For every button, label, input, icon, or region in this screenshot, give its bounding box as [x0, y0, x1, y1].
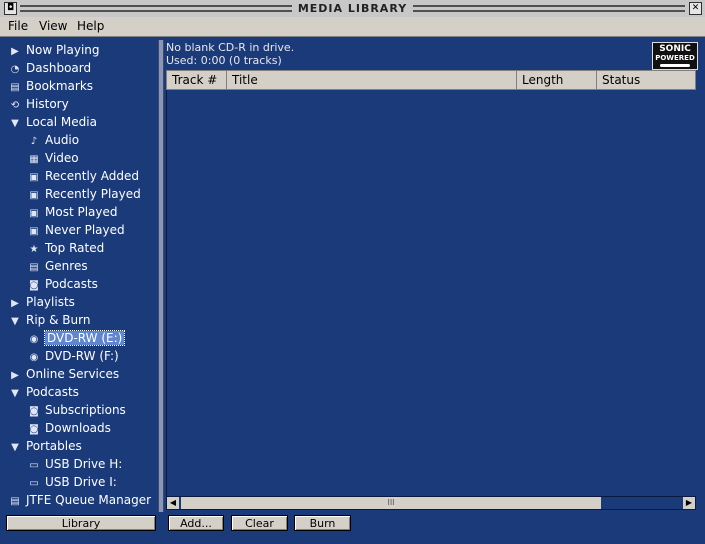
sidebar-item-label: Portables — [26, 439, 82, 453]
sidebar-item-label: Podcasts — [26, 385, 79, 399]
nav-jtfe[interactable]: ▤ JTFE Queue Manager — [8, 491, 151, 509]
nav-most-played[interactable]: ▣ Most Played — [27, 203, 118, 221]
horizontal-scrollbar[interactable]: ◀ III ▶ — [166, 496, 696, 510]
sidebar-item-label: USB Drive H: — [45, 457, 123, 471]
burn-panel: No blank CD-R in drive. Used: 0:00 (0 tr… — [164, 40, 701, 510]
expanded-arrow-icon: ▼ — [11, 316, 19, 327]
nav-top-rated[interactable]: ★ Top Rated — [27, 239, 105, 257]
nav-recently-played[interactable]: ▣ Recently Played — [27, 185, 141, 203]
scroll-left-icon[interactable]: ◀ — [167, 497, 179, 509]
nav-usb-i[interactable]: ▭ USB Drive I: — [27, 473, 117, 491]
title-bar[interactable]: ◘ MEDIA LIBRARY ✕ — [0, 0, 705, 18]
add-button[interactable]: Add... — [168, 515, 224, 531]
column-title[interactable]: Title — [227, 71, 517, 89]
sidebar-item-label: Rip & Burn — [26, 313, 91, 327]
nav-playlists[interactable]: ▶ Playlists — [8, 293, 75, 311]
expanded-arrow-icon: ▼ — [11, 442, 19, 453]
nav-never-played[interactable]: ▣ Never Played — [27, 221, 125, 239]
expanded-arrow-icon: ▼ — [11, 388, 19, 399]
library-button[interactable]: Library — [6, 515, 156, 531]
nav-dashboard[interactable]: ◔ Dashboard — [8, 59, 91, 77]
logo-text-powered: POWERED — [655, 54, 695, 62]
sidebar-item-label: Video — [45, 151, 79, 165]
menu-bar: File View Help — [0, 17, 705, 37]
nav-downloads[interactable]: ◙ Downloads — [27, 419, 111, 437]
column-length[interactable]: Length — [517, 71, 597, 89]
nav-subscriptions[interactable]: ◙ Subscriptions — [27, 401, 126, 419]
sidebar-item-label: Dashboard — [26, 61, 92, 75]
nav-video[interactable]: ▦ Video — [27, 149, 79, 167]
track-list-header: Track # Title Length Status — [166, 70, 696, 90]
burn-used-text: Used: 0:00 (0 tracks) — [166, 54, 282, 67]
logo-disc-icon — [660, 64, 690, 67]
sidebar-item-label: Online Services — [26, 367, 120, 381]
sidebar-item-label: USB Drive I: — [45, 475, 117, 489]
sidebar-item-label: Most Played — [45, 205, 118, 219]
sidebar-item-label: Now Playing — [26, 43, 100, 57]
clear-button[interactable]: Clear — [231, 515, 288, 531]
document-icon: ▤ — [10, 496, 20, 507]
close-icon[interactable]: ✕ — [689, 2, 702, 15]
nav-now-playing[interactable]: ▶ Now Playing — [8, 41, 100, 59]
sonic-powered-logo: SONIC POWERED — [652, 42, 698, 70]
sidebar-item-label: Genres — [45, 259, 88, 273]
sidebar-item-label: DVD-RW (F:) — [45, 349, 119, 363]
sidebar-item-label: Podcasts — [45, 277, 98, 291]
sidebar-item-label: Bookmarks — [26, 79, 94, 93]
sidebar-item-label: DVD-RW (E:) — [43, 330, 126, 346]
scroll-right-icon[interactable]: ▶ — [683, 497, 695, 509]
scroll-grip: III — [387, 498, 395, 507]
logo-text-sonic: SONIC — [659, 44, 691, 54]
sidebar-item-label: Recently Played — [45, 187, 141, 201]
sidebar-item-label: Recently Added — [45, 169, 139, 183]
sidebar-item-label: JTFE Queue Manager — [26, 493, 152, 507]
menu-view[interactable]: View — [39, 19, 67, 33]
track-list[interactable] — [166, 90, 696, 496]
nav-usb-h[interactable]: ▭ USB Drive H: — [27, 455, 122, 473]
nav-local-media[interactable]: ▼ Local Media — [8, 113, 97, 131]
nav-bookmarks[interactable]: ▤ Bookmarks — [8, 77, 93, 95]
column-track-number[interactable]: Track # — [167, 71, 227, 89]
scroll-thumb[interactable]: III — [181, 497, 601, 509]
column-status[interactable]: Status — [597, 71, 695, 89]
sidebar-item-label: Never Played — [45, 223, 125, 237]
window-title: MEDIA LIBRARY — [291, 2, 414, 15]
sidebar-item-label: Audio — [45, 133, 80, 147]
sidebar-item-label: Downloads — [45, 421, 111, 435]
nav-genres[interactable]: ▤ Genres — [27, 257, 88, 275]
nav-dvd-f[interactable]: ◉ DVD-RW (F:) — [27, 347, 119, 365]
sidebar-item-label: History — [26, 97, 69, 111]
menu-help[interactable]: Help — [77, 19, 104, 33]
burn-status-text: No blank CD-R in drive. — [166, 41, 295, 54]
nav-podcasts[interactable]: ▼ Podcasts — [8, 383, 79, 401]
burn-button[interactable]: Burn — [294, 515, 351, 531]
nav-recently-added[interactable]: ▣ Recently Added — [27, 167, 139, 185]
menu-file[interactable]: File — [8, 19, 28, 33]
nav-dvd-e[interactable]: ◉ DVD-RW (E:) — [27, 329, 126, 347]
sidebar-item-label: Subscriptions — [45, 403, 126, 417]
nav-podcasts-local[interactable]: ◙ Podcasts — [27, 275, 98, 293]
nav-rip-burn[interactable]: ▼ Rip & Burn — [8, 311, 90, 329]
sidebar-item-label: Playlists — [26, 295, 75, 309]
nav-audio[interactable]: ♪ Audio — [27, 131, 79, 149]
nav-online-services[interactable]: ▶ Online Services — [8, 365, 119, 383]
expanded-arrow-icon: ▼ — [11, 118, 19, 129]
sidebar-tree[interactable]: ▶ Now Playing ◔ Dashboard ▤ Bookmarks ⟲ History… — [2, 40, 159, 510]
nav-history[interactable]: ⟲ History — [8, 95, 69, 113]
nav-portables[interactable]: ▼ Portables — [8, 437, 82, 455]
sidebar-item-label: Local Media — [26, 115, 97, 129]
sidebar-item-label: Top Rated — [45, 241, 105, 255]
bottom-toolbar: Library Add... Clear Burn — [0, 512, 705, 544]
